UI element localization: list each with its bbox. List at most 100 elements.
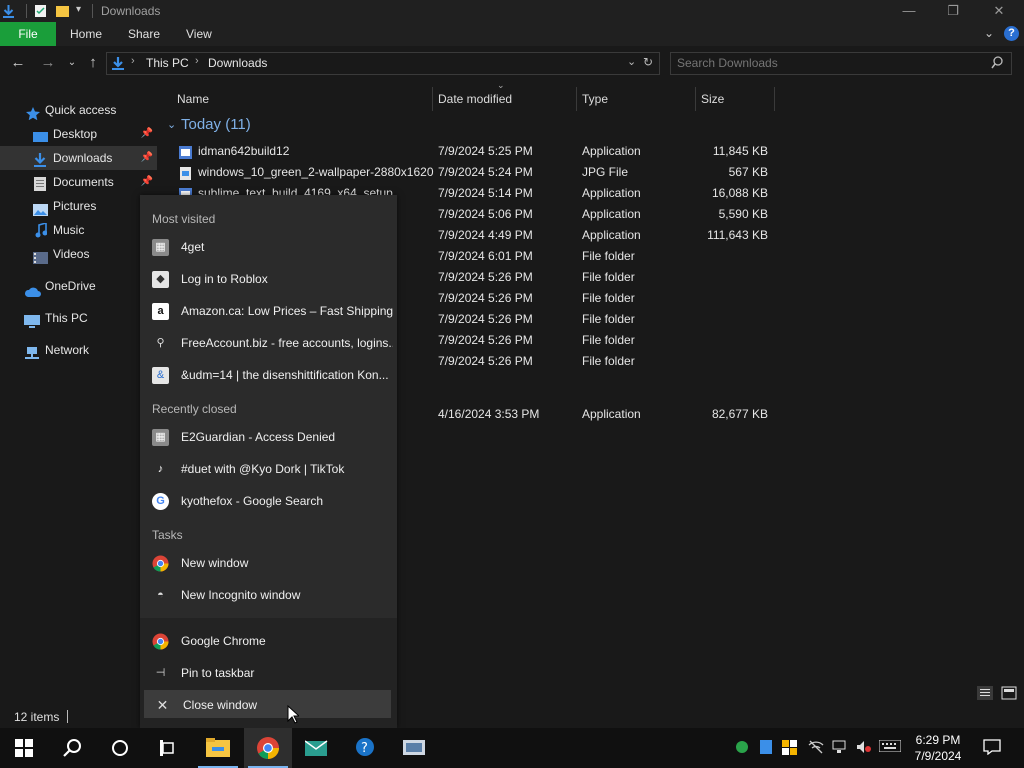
pin-icon[interactable]: 📌	[141, 170, 153, 194]
table-row[interactable]: windows_10_green_2-wallpaper-2880x1620 7/…	[157, 162, 1024, 183]
window-title: Downloads	[101, 4, 161, 18]
navigation-pane: Quick access Desktop 📌 Downloads 📌 Docum…	[0, 82, 157, 706]
most-visited-item[interactable]: a Amazon.ca: Low Prices – Fast Shipping..…	[140, 295, 397, 327]
file-date: 4/16/2024 3:53 PM	[438, 407, 540, 421]
table-row[interactable]: idman642build12 7/9/2024 5:25 PM Applicati…	[157, 141, 1024, 162]
expand-ribbon-icon[interactable]: ⌄	[984, 26, 994, 40]
forward-button[interactable]: →	[38, 54, 58, 71]
app-action-item[interactable]: Google Chrome	[140, 625, 397, 657]
most-visited-item[interactable]: ▦ 4get	[140, 231, 397, 263]
properties-icon[interactable]	[34, 4, 47, 18]
cortana-button[interactable]	[96, 728, 144, 768]
task-item[interactable]: ◓ New Incognito window	[140, 579, 397, 611]
customize-toolbar-icon[interactable]: ▾	[76, 4, 81, 15]
wifi-off-tray-icon[interactable]	[808, 740, 824, 757]
taskbar-email-app[interactable]	[293, 728, 341, 768]
storage-tray-icon[interactable]	[760, 740, 772, 757]
column-header-size[interactable]: Size	[695, 87, 775, 111]
search-button[interactable]	[48, 728, 96, 768]
recently-closed-item[interactable]: ♪ #duet with @Kyo Dork | TikTok	[140, 453, 397, 485]
app-action-item[interactable]: ⊣ Pin to taskbar	[140, 657, 397, 689]
file-type: File folder	[582, 291, 635, 305]
breadcrumb-downloads[interactable]: Downloads	[208, 56, 267, 70]
recently-closed-item[interactable]: ▦ E2Guardian - Access Denied	[140, 421, 397, 453]
column-header-name[interactable]: Name	[171, 87, 433, 111]
most-visited-item[interactable]: ◆ Log in to Roblox	[140, 263, 397, 295]
taskbar-clock[interactable]: 6:29 PM 7/9/2024	[905, 732, 971, 764]
breadcrumb-this-pc[interactable]: This PC	[146, 56, 189, 70]
task-item[interactable]: New window	[140, 547, 397, 579]
recently-closed-item[interactable]: Gkyothefox - Google Search	[140, 485, 397, 517]
column-header-date[interactable]: Date modified	[432, 87, 577, 111]
taskbar-chrome[interactable]	[244, 728, 292, 768]
tab-view[interactable]: View	[172, 22, 226, 46]
up-button[interactable]: ↑	[83, 54, 103, 71]
cloud-icon	[24, 281, 41, 297]
nav-item-music[interactable]: Music	[0, 218, 157, 242]
keyboard-tray-icon[interactable]	[878, 739, 902, 755]
details-view-icon[interactable]	[977, 686, 993, 703]
tab-share[interactable]: Share	[114, 22, 174, 46]
nav-label: OneDrive	[45, 279, 96, 293]
volume-muted-tray-icon[interactable]	[856, 740, 872, 757]
action-center-icon[interactable]	[983, 739, 1001, 758]
most-visited-item[interactable]: & &udm=14 | the disenshittification Kon..…	[140, 359, 397, 391]
jump-list-label: Amazon.ca: Low Prices – Fast Shipping...	[181, 304, 393, 318]
close-button[interactable]: ✕	[976, 0, 1022, 22]
nav-label: Documents	[53, 175, 114, 189]
taskbar: ? 6:29 PM 7/9/2024	[0, 728, 1024, 768]
nav-item-pictures[interactable]: Pictures	[0, 194, 157, 218]
edge-tray-icon[interactable]	[734, 740, 750, 757]
back-button[interactable]: ←	[8, 54, 28, 71]
maximize-button[interactable]: ❐	[930, 0, 976, 22]
minimize-button[interactable]: —	[886, 0, 932, 22]
jump-list-label: 4get	[181, 240, 205, 254]
nav-item-quick-access[interactable]: Quick access	[0, 98, 157, 122]
nav-item-documents[interactable]: Documents 📌	[0, 170, 157, 194]
nav-item-onedrive[interactable]: OneDrive	[0, 274, 157, 298]
defender-tray-icon[interactable]	[782, 740, 798, 758]
new-folder-icon[interactable]	[56, 4, 69, 18]
file-date: 7/9/2024 5:26 PM	[438, 354, 533, 368]
mail-icon	[304, 740, 328, 756]
task-view-button[interactable]	[144, 728, 192, 768]
help-icon[interactable]: ?	[1004, 26, 1019, 41]
file-type: File folder	[582, 312, 635, 326]
globe-icon: ▦	[152, 239, 169, 256]
tab-home[interactable]: Home	[56, 22, 116, 46]
tab-file[interactable]: File	[0, 22, 56, 46]
nav-item-desktop[interactable]: Desktop 📌	[0, 122, 157, 146]
download-folder-icon[interactable]	[2, 4, 15, 18]
taskbar-help-app[interactable]: ?	[342, 728, 390, 768]
pin-icon[interactable]: 📌	[141, 122, 153, 146]
search-input[interactable]	[677, 56, 977, 70]
recent-locations-button[interactable]: ⌄	[62, 57, 82, 68]
pin-icon[interactable]: 📌	[141, 146, 153, 170]
file-type: File folder	[582, 333, 635, 347]
nav-item-this-pc[interactable]: This PC	[0, 306, 157, 330]
jump-list-label: FreeAccount.biz - free accounts, logins.…	[181, 336, 393, 350]
most-visited-item[interactable]: ⚲ FreeAccount.biz - free accounts, logins…	[140, 327, 397, 359]
globe-icon: ▦	[152, 429, 169, 446]
file-date: 7/9/2024 6:01 PM	[438, 249, 533, 263]
column-header-type[interactable]: Type	[576, 87, 696, 111]
address-bar[interactable]: › This PC › Downloads ⌄ ↻	[106, 52, 660, 75]
nav-item-videos[interactable]: Videos	[0, 242, 157, 266]
start-button[interactable]	[0, 728, 48, 768]
network-tray-icon[interactable]	[832, 740, 848, 757]
refresh-icon[interactable]: ↻	[643, 55, 653, 69]
group-header[interactable]: Today (11)	[181, 116, 251, 133]
file-name: windows_10_green_2-wallpaper-2880x1620	[198, 165, 434, 179]
app-action-item[interactable]: ✕ Close window	[140, 689, 397, 721]
chrome-icon	[152, 633, 169, 650]
jump-list-label: &udm=14 | the disenshittification Kon...	[181, 368, 389, 382]
large-icons-view-icon[interactable]	[1001, 686, 1017, 703]
address-dropdown-icon[interactable]: ⌄	[627, 55, 636, 68]
nav-item-downloads[interactable]: Downloads 📌	[0, 146, 157, 170]
taskbar-remote-app[interactable]	[391, 728, 439, 768]
search-box[interactable]	[670, 52, 1012, 75]
group-collapse-icon[interactable]: ⌄	[167, 118, 176, 131]
file-date: 7/9/2024 5:26 PM	[438, 270, 533, 284]
taskbar-file-explorer[interactable]	[194, 728, 242, 768]
nav-item-network[interactable]: Network	[0, 338, 157, 362]
